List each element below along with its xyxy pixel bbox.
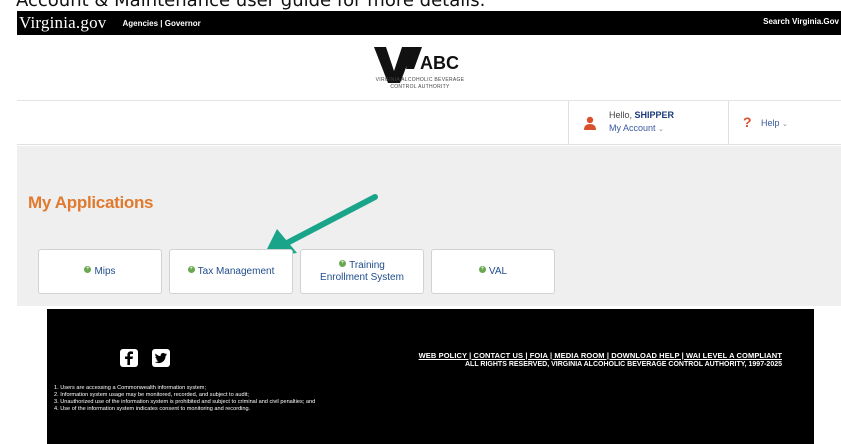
user-icon xyxy=(584,116,596,130)
main-content: My Applications + Mips + Tax Management + T… xyxy=(17,146,841,306)
greeting: Hello, SHIPPER xyxy=(609,110,674,120)
notice-item: 2. Information system usage may be monit… xyxy=(54,392,249,398)
my-account-link[interactable]: My Account ⌄ xyxy=(609,123,664,133)
app-tile-label: Tax Management xyxy=(197,265,275,277)
footer-notices: 1. Users are accessing a Commonwealth in… xyxy=(54,385,315,413)
document-caption: Account & Maintenance user guide for mor… xyxy=(16,0,486,11)
app-tile-tax-management[interactable]: + Tax Management xyxy=(169,249,293,294)
search-virginia-gov-link[interactable]: Search Virginia.Gov xyxy=(763,17,839,26)
account-bar: Hello, SHIPPER My Account ⌄ ? Help ⌄ xyxy=(17,101,841,145)
virginia-gov-link[interactable]: Virginia.gov xyxy=(19,13,106,33)
facebook-icon[interactable] xyxy=(120,349,138,367)
help-menu[interactable]: ? Help ⌄ xyxy=(728,101,841,145)
help-link[interactable]: Help ⌄ xyxy=(761,118,788,128)
help-label: Help xyxy=(761,118,780,128)
logo-subtitle-line2: CONTROL AUTHORITY xyxy=(390,84,450,90)
my-account-label: My Account xyxy=(609,123,656,133)
greeting-prefix: Hello, xyxy=(609,110,635,120)
social-links xyxy=(120,349,170,367)
application-tiles: + Mips + Tax Management + Training Enrollme… xyxy=(38,249,555,294)
logo-subtitle: VIRGINIA ALCOHOLIC BEVERAGE CONTROL AUTH… xyxy=(364,77,476,91)
plus-circle-icon: + xyxy=(478,266,486,274)
app-tile-label: Training Enrollment System xyxy=(320,259,404,283)
app-tile-mips[interactable]: + Mips xyxy=(38,249,162,294)
notice-item: 4. Use of the information system indicat… xyxy=(54,406,251,412)
app-tile-val[interactable]: + VAL xyxy=(431,249,555,294)
logo-subtitle-line1: VIRGINIA ALCOHOLIC BEVERAGE xyxy=(375,77,465,83)
header-logo-band: ABC VIRGINIA ALCOHOLIC BEVERAGE CONTROL … xyxy=(17,35,841,101)
page-title: My Applications xyxy=(28,193,154,212)
footer-links[interactable]: WEB POLICY | CONTACT US | FOIA | MEDIA R… xyxy=(419,351,782,360)
agencies-governor-links[interactable]: Agencies | Governor xyxy=(122,19,200,28)
logo-abc-text: ABC xyxy=(420,53,459,73)
footer-copyright: ALL RIGHTS RESERVED, VIRGINIA ALCOHOLIC … xyxy=(465,361,782,368)
chevron-down-icon: ⌄ xyxy=(658,126,664,133)
app-tile-label: Mips xyxy=(94,265,116,277)
plus-circle-icon: + xyxy=(187,266,195,274)
help-icon: ? xyxy=(743,114,752,130)
twitter-icon[interactable] xyxy=(152,349,170,367)
app-tile-training-enrollment[interactable]: + Training Enrollment System xyxy=(300,249,424,294)
notice-item: 1. Users are accessing a Commonwealth in… xyxy=(54,385,207,391)
username: SHIPPER xyxy=(634,110,675,120)
plus-circle-icon: + xyxy=(84,266,92,274)
virginia-gov-bar: Virginia.gov Agencies | Governor Search … xyxy=(17,11,841,35)
my-account-menu[interactable]: Hello, SHIPPER My Account ⌄ xyxy=(568,101,728,145)
notice-item: 3. Unauthorized use of the information s… xyxy=(54,399,316,405)
footer: WEB POLICY | CONTACT US | FOIA | MEDIA R… xyxy=(47,309,814,444)
plus-circle-icon: + xyxy=(339,260,347,268)
app-tile-label: VAL xyxy=(488,265,508,277)
chevron-down-icon: ⌄ xyxy=(782,121,788,128)
